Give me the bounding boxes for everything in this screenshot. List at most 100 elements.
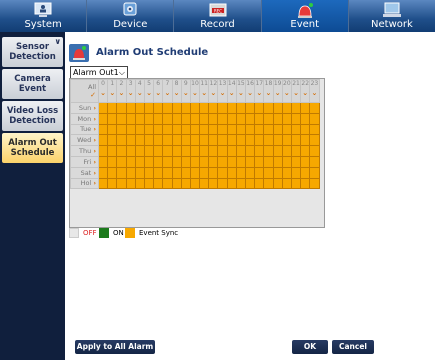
schedule-cell[interactable]: [263, 177, 274, 190]
schedule-cell[interactable]: [217, 166, 228, 179]
hour-header-0[interactable]: 0 ⌄: [97, 79, 109, 103]
schedule-cell[interactable]: [272, 102, 283, 114]
schedule-cell[interactable]: [125, 102, 136, 114]
schedule-cell[interactable]: [199, 155, 210, 168]
schedule-cell[interactable]: [153, 123, 164, 136]
schedule-cell[interactable]: [189, 155, 201, 168]
schedule-cell[interactable]: [290, 145, 302, 157]
schedule-cell[interactable]: [180, 123, 191, 136]
day-header-thu[interactable]: Thu ›: [70, 145, 99, 157]
schedule-cell[interactable]: [281, 155, 292, 168]
hour-header-17[interactable]: 17 ⌄: [254, 79, 265, 103]
schedule-cell[interactable]: [226, 134, 237, 147]
schedule-cell[interactable]: [125, 145, 136, 157]
schedule-cell[interactable]: [107, 112, 118, 125]
schedule-cell[interactable]: [97, 145, 109, 157]
schedule-cell[interactable]: [107, 145, 118, 157]
schedule-cell[interactable]: [180, 177, 191, 190]
schedule-cell[interactable]: [244, 112, 256, 125]
schedule-cell[interactable]: [217, 123, 228, 136]
schedule-cell[interactable]: [281, 112, 292, 125]
schedule-cell[interactable]: [143, 102, 155, 114]
apply-to-all-button[interactable]: Apply to All Alarm out: [75, 340, 155, 360]
schedule-cell[interactable]: [254, 155, 265, 168]
schedule-cell[interactable]: [116, 177, 127, 190]
schedule-cell[interactable]: [309, 155, 320, 168]
schedule-cell[interactable]: [116, 166, 127, 179]
schedule-cell[interactable]: [162, 155, 173, 168]
schedule-cell[interactable]: [153, 134, 164, 147]
schedule-cell[interactable]: [272, 155, 283, 168]
schedule-cell[interactable]: [171, 166, 182, 179]
tab-device[interactable]: Device: [87, 0, 175, 32]
schedule-cell[interactable]: [290, 102, 302, 114]
schedule-cell[interactable]: [226, 155, 237, 168]
schedule-cell[interactable]: [254, 134, 265, 147]
schedule-cell[interactable]: [162, 166, 173, 179]
schedule-cell[interactable]: [281, 134, 292, 147]
cancel-button[interactable]: Cancel: [332, 340, 374, 354]
schedule-cell[interactable]: [217, 177, 228, 190]
hour-header-16[interactable]: 16 ⌄: [244, 79, 256, 103]
schedule-cell[interactable]: [97, 102, 109, 114]
day-header-mon[interactable]: Mon ›: [70, 112, 99, 125]
schedule-cell[interactable]: [263, 123, 274, 136]
schedule-cell[interactable]: [116, 123, 127, 136]
schedule-cell[interactable]: [272, 134, 283, 147]
schedule-cell[interactable]: [134, 112, 145, 125]
hour-header-18[interactable]: 18 ⌄: [263, 79, 274, 103]
schedule-cell[interactable]: [254, 112, 265, 125]
schedule-cell[interactable]: [254, 102, 265, 114]
schedule-cell[interactable]: [199, 134, 210, 147]
schedule-cell[interactable]: [143, 112, 155, 125]
schedule-cell[interactable]: [226, 177, 237, 190]
schedule-cell[interactable]: [189, 177, 201, 190]
schedule-cell[interactable]: [235, 155, 247, 168]
schedule-cell[interactable]: [143, 145, 155, 157]
schedule-cell[interactable]: [199, 123, 210, 136]
schedule-cell[interactable]: [153, 102, 164, 114]
schedule-cell[interactable]: [162, 145, 173, 157]
schedule-cell[interactable]: [235, 166, 247, 179]
schedule-cell[interactable]: [290, 123, 302, 136]
schedule-cell[interactable]: [226, 112, 237, 125]
schedule-cell[interactable]: [107, 134, 118, 147]
schedule-cell[interactable]: [107, 177, 118, 190]
schedule-cell[interactable]: [309, 123, 320, 136]
schedule-cell[interactable]: [199, 102, 210, 114]
schedule-cell[interactable]: [199, 177, 210, 190]
hour-header-11[interactable]: 11 ⌄: [199, 79, 210, 103]
schedule-cell[interactable]: [300, 166, 311, 179]
schedule-cell[interactable]: [290, 134, 302, 147]
schedule-cell[interactable]: [254, 145, 265, 157]
schedule-cell[interactable]: [272, 123, 283, 136]
day-header-fri[interactable]: Fri ›: [70, 155, 99, 168]
schedule-cell[interactable]: [263, 145, 274, 157]
schedule-cell[interactable]: [97, 123, 109, 136]
schedule-cell[interactable]: [244, 123, 256, 136]
schedule-cell[interactable]: [208, 102, 219, 114]
schedule-cell[interactable]: [254, 177, 265, 190]
schedule-cell[interactable]: [290, 155, 302, 168]
schedule-cell[interactable]: [180, 145, 191, 157]
hour-header-20[interactable]: 20 ⌄: [281, 79, 292, 103]
sidebar-item-video-loss-detection[interactable]: Video Loss Detection: [2, 101, 63, 131]
schedule-cell[interactable]: [162, 123, 173, 136]
schedule-cell[interactable]: [162, 134, 173, 147]
schedule-cell[interactable]: [263, 134, 274, 147]
schedule-cell[interactable]: [226, 123, 237, 136]
schedule-cell[interactable]: [189, 145, 201, 157]
sidebar-item-alarm-out-schedule[interactable]: Alarm Out Schedule: [2, 133, 63, 163]
schedule-cell[interactable]: [300, 134, 311, 147]
schedule-cell[interactable]: [309, 112, 320, 125]
schedule-cell[interactable]: [199, 166, 210, 179]
schedule-cell[interactable]: [189, 112, 201, 125]
schedule-cell[interactable]: [309, 134, 320, 147]
schedule-cell[interactable]: [153, 112, 164, 125]
schedule-cell[interactable]: [97, 112, 109, 125]
schedule-cell[interactable]: [189, 134, 201, 147]
schedule-cell[interactable]: [309, 102, 320, 114]
schedule-cell[interactable]: [153, 155, 164, 168]
schedule-cell[interactable]: [300, 177, 311, 190]
schedule-cell[interactable]: [208, 155, 219, 168]
